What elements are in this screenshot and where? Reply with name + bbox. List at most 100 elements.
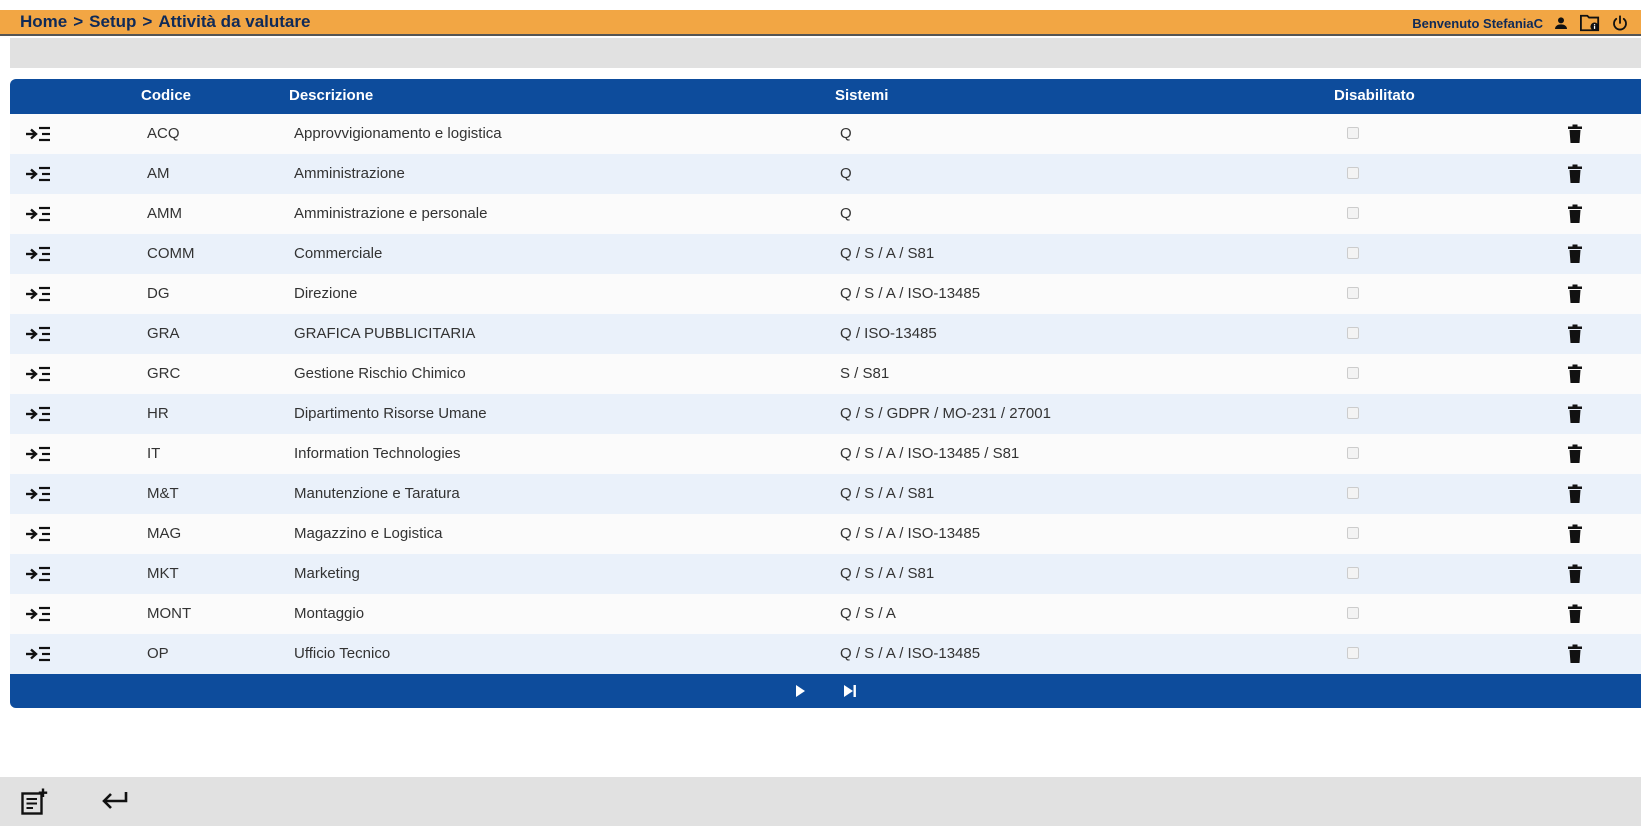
cell-description: Marketing bbox=[294, 565, 360, 582]
breadcrumb-setup[interactable]: Setup bbox=[89, 12, 136, 32]
cell-description: Manutenzione e Taratura bbox=[294, 485, 460, 502]
table-row[interactable]: COMM Commerciale Q / S / A / S81 bbox=[10, 234, 1641, 274]
disabled-checkbox[interactable] bbox=[1347, 167, 1359, 179]
table-pager bbox=[10, 674, 1641, 708]
table-row[interactable]: M&T Manutenzione e Taratura Q / S / A / S8… bbox=[10, 474, 1641, 514]
table-row[interactable]: OP Ufficio Tecnico Q / S / A / ISO-13485 bbox=[10, 634, 1641, 674]
disabled-checkbox[interactable] bbox=[1347, 367, 1359, 379]
trash-icon[interactable] bbox=[1567, 364, 1583, 388]
disabled-checkbox[interactable] bbox=[1347, 527, 1359, 539]
trash-icon[interactable] bbox=[1567, 204, 1583, 228]
disabled-checkbox[interactable] bbox=[1347, 607, 1359, 619]
indent-arrow-icon[interactable] bbox=[25, 126, 51, 146]
disabled-checkbox[interactable] bbox=[1347, 127, 1359, 139]
table-row[interactable]: AM Amministrazione Q bbox=[10, 154, 1641, 194]
cell-systems: Q / S / A / S81 bbox=[840, 485, 935, 502]
breadcrumb-home[interactable]: Home bbox=[20, 12, 67, 32]
cell-systems: Q bbox=[840, 205, 852, 222]
trash-icon[interactable] bbox=[1567, 324, 1583, 348]
indent-arrow-icon[interactable] bbox=[25, 166, 51, 186]
trash-icon[interactable] bbox=[1567, 564, 1583, 588]
disabled-checkbox[interactable] bbox=[1347, 287, 1359, 299]
indent-arrow-icon[interactable] bbox=[25, 206, 51, 226]
trash-icon[interactable] bbox=[1567, 444, 1583, 468]
disabled-checkbox[interactable] bbox=[1347, 207, 1359, 219]
cell-description: Direzione bbox=[294, 285, 358, 302]
indent-arrow-icon[interactable] bbox=[25, 486, 51, 506]
cell-systems: Q / S / A / ISO-13485 bbox=[840, 285, 981, 302]
table-row[interactable]: GRC Gestione Rischio Chimico S / S81 bbox=[10, 354, 1641, 394]
indent-arrow-icon[interactable] bbox=[25, 646, 51, 666]
skip-last-icon[interactable] bbox=[842, 683, 858, 704]
trash-icon[interactable] bbox=[1567, 524, 1583, 548]
table-row[interactable]: ACQ Approvvigionamento e logistica Q bbox=[10, 114, 1641, 154]
trash-icon[interactable] bbox=[1567, 164, 1583, 188]
trash-icon[interactable] bbox=[1567, 404, 1583, 428]
user-area: Benvenuto StefaniaC bbox=[1412, 13, 1629, 33]
disabled-checkbox[interactable] bbox=[1347, 447, 1359, 459]
user-icon[interactable] bbox=[1553, 15, 1569, 31]
column-header-code[interactable]: Codice bbox=[141, 87, 191, 104]
cell-description: Approvvigionamento e logistica bbox=[294, 125, 502, 142]
cell-description: Amministrazione e personale bbox=[294, 205, 488, 222]
table-row[interactable]: MAG Magazzino e Logistica Q / S / A / ISO-… bbox=[10, 514, 1641, 554]
disabled-checkbox[interactable] bbox=[1347, 247, 1359, 259]
cell-code: COMM bbox=[147, 245, 195, 262]
column-header-disabled[interactable]: Disabilitato bbox=[1334, 87, 1415, 104]
cell-code: IT bbox=[147, 445, 161, 462]
indent-arrow-icon[interactable] bbox=[25, 446, 51, 466]
table-row[interactable]: AMM Amministrazione e personale Q bbox=[10, 194, 1641, 234]
cell-code: MKT bbox=[147, 565, 179, 582]
indent-arrow-icon[interactable] bbox=[25, 526, 51, 546]
indent-arrow-icon[interactable] bbox=[25, 366, 51, 386]
cell-code: ACQ bbox=[147, 125, 180, 142]
return-arrow-icon[interactable] bbox=[100, 789, 130, 818]
trash-icon[interactable] bbox=[1567, 244, 1583, 268]
disabled-checkbox[interactable] bbox=[1347, 647, 1359, 659]
disabled-checkbox[interactable] bbox=[1347, 327, 1359, 339]
cell-code: OP bbox=[147, 645, 169, 662]
trash-icon[interactable] bbox=[1567, 284, 1583, 308]
cell-code: AMM bbox=[147, 205, 182, 222]
play-next-icon[interactable] bbox=[793, 683, 807, 704]
cell-code: MONT bbox=[147, 605, 192, 622]
cell-systems: Q / S / A / S81 bbox=[840, 245, 935, 262]
cell-systems: Q / S / A bbox=[840, 605, 896, 622]
cell-code: GRA bbox=[147, 325, 180, 342]
cell-description: Magazzino e Logistica bbox=[294, 525, 443, 542]
indent-arrow-icon[interactable] bbox=[25, 566, 51, 586]
indent-arrow-icon[interactable] bbox=[25, 246, 51, 266]
column-header-description[interactable]: Descrizione bbox=[289, 87, 373, 104]
power-icon[interactable] bbox=[1611, 14, 1629, 32]
trash-icon[interactable] bbox=[1567, 604, 1583, 628]
indent-arrow-icon[interactable] bbox=[25, 406, 51, 426]
breadcrumb-current: Attività da valutare bbox=[158, 12, 311, 31]
table-row[interactable]: HR Dipartimento Risorse Umane Q / S / GDPR… bbox=[10, 394, 1641, 434]
table-row[interactable]: MONT Montaggio Q / S / A bbox=[10, 594, 1641, 634]
trash-icon[interactable] bbox=[1567, 124, 1583, 148]
cell-code: M&T bbox=[147, 485, 179, 502]
breadcrumb-separator: > bbox=[142, 12, 153, 31]
table-row[interactable]: DG Direzione Q / S / A / ISO-13485 bbox=[10, 274, 1641, 314]
cell-systems: S / S81 bbox=[840, 365, 890, 382]
table-row[interactable]: IT Information Technologies Q / S / A / IS… bbox=[10, 434, 1641, 474]
trash-icon[interactable] bbox=[1567, 644, 1583, 668]
cell-code: DG bbox=[147, 285, 170, 302]
trash-icon[interactable] bbox=[1567, 484, 1583, 508]
table-row[interactable]: GRA GRAFICA PUBBLICITARIA Q / ISO-13485 bbox=[10, 314, 1641, 354]
cell-systems: Q / S / GDPR / MO-231 / 27001 bbox=[840, 405, 1051, 422]
column-header-systems[interactable]: Sistemi bbox=[835, 87, 888, 104]
cell-code: AM bbox=[147, 165, 170, 182]
disabled-checkbox[interactable] bbox=[1347, 487, 1359, 499]
indent-arrow-icon[interactable] bbox=[25, 286, 51, 306]
table-header: Codice Descrizione Sistemi Disabilitato bbox=[10, 79, 1641, 114]
disabled-checkbox[interactable] bbox=[1347, 567, 1359, 579]
table-row[interactable]: MKT Marketing Q / S / A / S81 bbox=[10, 554, 1641, 594]
indent-arrow-icon[interactable] bbox=[25, 606, 51, 626]
note-add-icon[interactable] bbox=[20, 788, 48, 821]
disabled-checkbox[interactable] bbox=[1347, 407, 1359, 419]
folder-info-icon[interactable] bbox=[1579, 13, 1601, 33]
indent-arrow-icon[interactable] bbox=[25, 326, 51, 346]
cell-description: Information Technologies bbox=[294, 445, 461, 462]
cell-description: Amministrazione bbox=[294, 165, 405, 182]
